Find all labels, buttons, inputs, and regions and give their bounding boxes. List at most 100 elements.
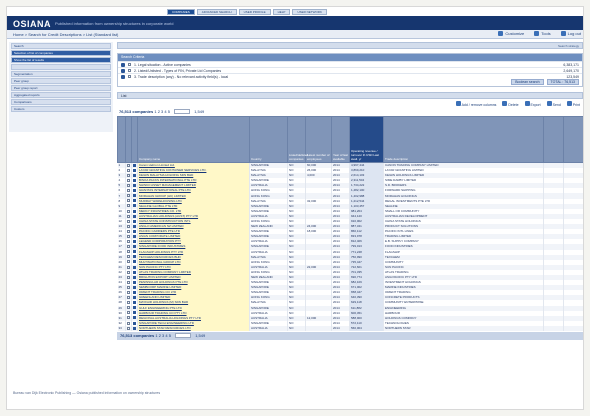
row-expand-icon[interactable]: [133, 224, 136, 228]
company-link[interactable]: CHINA STATE CONSTRUCTION INTL: [139, 219, 191, 223]
row-checkbox[interactable]: [127, 275, 130, 279]
criteria-checkbox[interactable]: [128, 75, 131, 78]
row-expand-icon[interactable]: [133, 296, 136, 300]
row-checkbox[interactable]: [127, 240, 130, 244]
row-expand-icon[interactable]: [133, 326, 136, 330]
breadcrumb[interactable]: Home > Search for Credit Descriptions > …: [13, 32, 118, 37]
company-link[interactable]: SEMBCORP MARINE LIMITED: [139, 285, 181, 289]
company-link[interactable]: ANGLO AMERICAN NZ LIMITED: [139, 224, 184, 228]
company-link[interactable]: NORTHERN STAR RESOURCES LTD: [139, 326, 191, 330]
company-link[interactable]: TEXCHEM RESOURCES BHD: [139, 255, 181, 259]
company-link[interactable]: REGIONAL AUSTRALIA HOLDINGS PTY LTD: [139, 316, 201, 320]
row-expand-icon[interactable]: [133, 316, 136, 320]
sidebar-item[interactable]: Peer group report: [11, 85, 111, 91]
table-row[interactable]: 33 NORTHERN STAR RESOURCES LTD AUSTRALIA NO…: [117, 325, 583, 331]
company-link[interactable]: GREENLAND LIMITED: [139, 295, 170, 299]
company-link[interactable]: BINOA PACKS INTERNATIONAL PTE LTD: [139, 178, 196, 182]
row-expand-icon[interactable]: [133, 280, 136, 284]
row-checkbox[interactable]: [127, 224, 130, 228]
row-expand-icon[interactable]: [133, 270, 136, 274]
company-link[interactable]: LAYAR GRANTING CONTAINER SERVICES LTD.: [139, 168, 206, 172]
column-header[interactable]: Trade description: [383, 116, 544, 163]
criteria-checkbox[interactable]: [128, 63, 131, 66]
row-expand-icon[interactable]: [133, 285, 136, 289]
sidebar-item[interactable]: Comparisons: [11, 99, 111, 105]
list-action-button[interactable]: Delete: [502, 100, 519, 107]
company-link[interactable]: SINGAPORE TECH ENGINEERING LTD: [139, 321, 194, 325]
row-expand-icon[interactable]: [133, 265, 136, 269]
row-expand-icon[interactable]: [133, 178, 136, 182]
row-checkbox[interactable]: [127, 316, 130, 320]
company-link[interactable]: SINGAPORE FOOD INDUSTRIES: [139, 244, 185, 248]
row-checkbox[interactable]: [127, 285, 130, 289]
row-expand-icon[interactable]: [133, 240, 136, 244]
company-link[interactable]: SEALINE GLOBAL PTE LTD: [139, 204, 177, 208]
row-checkbox[interactable]: [127, 321, 130, 325]
row-expand-icon[interactable]: [133, 229, 136, 233]
row-checkbox[interactable]: [127, 209, 130, 213]
criteria-checkbox[interactable]: [128, 69, 131, 72]
row-checkbox[interactable]: [127, 291, 130, 294]
sidebar-item[interactable]: Selection of list of companies: [11, 50, 111, 56]
row-checkbox[interactable]: [127, 168, 130, 172]
bottom-page-links[interactable]: 1 2 3 4 5: [155, 333, 171, 338]
company-link[interactable]: Canon Hebron Limited Ltd.: [139, 163, 175, 167]
column-header[interactable]: Company name: [137, 116, 250, 163]
row-expand-icon[interactable]: [133, 275, 136, 279]
row-expand-icon[interactable]: [133, 168, 136, 172]
list-action-button[interactable]: Send: [546, 100, 561, 107]
customize-button[interactable]: Customize: [498, 31, 524, 36]
logout-button[interactable]: Log out: [560, 31, 581, 36]
row-checkbox[interactable]: [127, 204, 130, 208]
row-expand-icon[interactable]: [133, 306, 136, 310]
company-link[interactable]: PACIFIC CARRIERS PTE LTD: [139, 229, 180, 233]
row-checkbox[interactable]: [127, 280, 130, 284]
row-checkbox[interactable]: [127, 178, 130, 182]
company-link[interactable]: MORAHAN GROUP (HK) LIMITED: [139, 194, 186, 198]
topnav-tab[interactable]: USER NETWORK: [292, 9, 327, 15]
row-checkbox[interactable]: [127, 214, 130, 218]
topnav-tab[interactable]: USER PROFILE: [238, 9, 271, 15]
company-link[interactable]: SUN PACIFIC PTY LTD: [139, 265, 171, 269]
page-links[interactable]: 1 2 3 4 5: [154, 109, 170, 114]
row-expand-icon[interactable]: [133, 173, 136, 177]
row-checkbox[interactable]: [127, 234, 130, 238]
company-link[interactable]: GRANTAS INTERNATIONAL PTE LTD: [139, 188, 191, 192]
company-link[interactable]: LEGEND CORPORATION PTY: [139, 239, 181, 243]
column-header[interactable]: Year of last available: [331, 116, 350, 163]
row-checkbox[interactable]: [127, 245, 130, 249]
company-link[interactable]: FLAGSHIP HOLDINGS PTY LTD: [139, 250, 183, 254]
row-checkbox[interactable]: [127, 260, 130, 264]
company-link[interactable]: MAYFAIR HOLDINGS (M) SDN BHD: [139, 300, 188, 304]
row-checkbox[interactable]: [127, 184, 130, 188]
row-expand-icon[interactable]: [133, 184, 136, 188]
company-link[interactable]: MULTINATIONAL GROUP LTD: [139, 260, 181, 264]
sidebar-item[interactable]: Aggregated reports: [11, 92, 111, 98]
row-checkbox[interactable]: [127, 296, 130, 300]
search-footer-button[interactable]: Boolean search: [511, 79, 544, 85]
row-checkbox[interactable]: [127, 270, 130, 274]
sidebar-item[interactable]: Segmentation: [11, 71, 111, 77]
sidebar-item[interactable]: Search: [11, 43, 111, 49]
list-action-button[interactable]: Export: [524, 100, 541, 107]
row-checkbox[interactable]: [127, 173, 130, 177]
row-expand-icon[interactable]: [133, 163, 136, 167]
column-header[interactable]: [117, 116, 126, 163]
row-expand-icon[interactable]: [133, 250, 136, 254]
list-action-button[interactable]: Print: [566, 100, 580, 107]
company-link[interactable]: HARBOUR TRADING CO PTY LTD: [139, 311, 187, 315]
row-checkbox[interactable]: [127, 311, 130, 315]
sidebar-item[interactable]: [11, 64, 111, 70]
column-header[interactable]: Operating revenue / turnover th USD Last…: [349, 116, 384, 163]
column-header[interactable]: Listed/delisted companies: [287, 116, 308, 163]
row-checkbox[interactable]: [127, 229, 130, 233]
column-header[interactable]: [563, 116, 583, 163]
row-expand-icon[interactable]: [133, 301, 136, 305]
sidebar-item[interactable]: Custom: [11, 106, 111, 112]
row-expand-icon[interactable]: [133, 199, 136, 203]
row-expand-icon[interactable]: [133, 209, 136, 213]
expand-icon[interactable]: [121, 74, 125, 79]
search-footer-button[interactable]: TOTAL : 76,513: [546, 79, 579, 85]
row-checkbox[interactable]: [127, 306, 130, 310]
row-checkbox[interactable]: [127, 199, 130, 203]
